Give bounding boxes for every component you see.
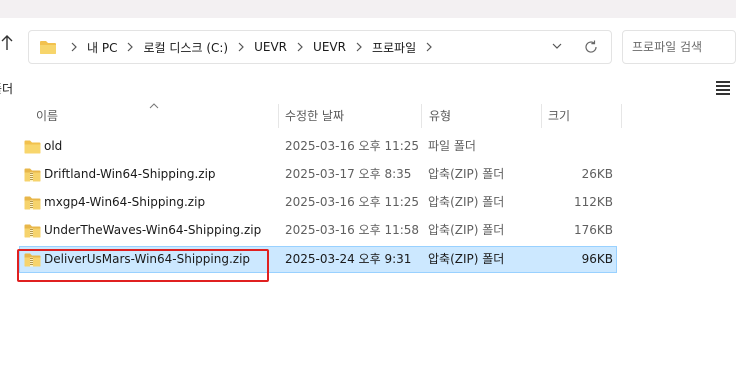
file-row[interactable]: UnderTheWaves-Win64-Shipping.zip 2025-03-… <box>19 217 617 244</box>
file-size: 112KB <box>573 195 613 209</box>
column-header-name[interactable]: 이름 <box>36 102 58 130</box>
file-type: 압축(ZIP) 폴더 <box>428 252 505 266</box>
file-type: 압축(ZIP) 폴더 <box>428 223 505 237</box>
file-date: 2025-03-24 오후 9:31 <box>285 252 412 266</box>
window-top-strip <box>0 0 736 18</box>
file-size: 176KB <box>573 223 613 237</box>
breadcrumb-item[interactable]: UEVR <box>250 40 291 54</box>
column-header-row: 이름 수정한 날짜 유형 크기 <box>0 102 736 130</box>
file-name: mxgp4-Win64-Shipping.zip <box>44 195 206 209</box>
column-header-size[interactable]: 크기 <box>548 102 570 130</box>
column-divider[interactable] <box>278 104 279 128</box>
chevron-right-icon[interactable] <box>291 31 309 63</box>
file-name: old <box>44 139 63 153</box>
file-name: UnderTheWaves-Win64-Shipping.zip <box>44 223 262 237</box>
zip-folder-icon <box>24 195 41 210</box>
file-date: 2025-03-16 오후 11:25 <box>285 139 420 153</box>
file-type: 압축(ZIP) 폴더 <box>428 167 505 181</box>
chevron-right-icon[interactable] <box>121 31 139 63</box>
sort-ascending-icon <box>149 99 159 113</box>
file-date: 2025-03-16 오후 11:58 <box>285 223 420 237</box>
view-menu-icon[interactable] <box>716 81 730 95</box>
column-header-date[interactable]: 수정한 날짜 <box>285 102 344 130</box>
column-header-type[interactable]: 유형 <box>429 102 451 130</box>
chevron-down-icon[interactable] <box>551 40 565 54</box>
file-row[interactable]: Driftland-Win64-Shipping.zip 2025-03-17 오… <box>19 161 617 188</box>
folder-icon <box>39 39 57 58</box>
command-bar: 폴더 <box>0 74 736 102</box>
column-divider[interactable] <box>621 104 622 128</box>
search-box[interactable] <box>622 30 736 64</box>
chevron-right-icon[interactable] <box>232 31 250 63</box>
file-date: 2025-03-17 오후 8:35 <box>285 167 412 181</box>
file-row[interactable]: mxgp4-Win64-Shipping.zip 2025-03-16 오후 11… <box>19 189 617 216</box>
file-size: 26KB <box>581 167 613 181</box>
search-input[interactable] <box>632 39 732 55</box>
up-arrow-icon[interactable] <box>0 34 18 56</box>
breadcrumb-item[interactable]: 로컬 디스크 (C:) <box>139 39 232 56</box>
breadcrumb-item[interactable]: UEVR <box>309 40 350 54</box>
navigation-bar: 내 PC 로컬 디스크 (C:) UEVR UEVR 프로파일 <box>0 18 736 74</box>
file-type: 파일 폴더 <box>428 139 476 153</box>
zip-folder-icon <box>24 223 41 238</box>
column-divider[interactable] <box>421 104 422 128</box>
chevron-right-icon[interactable] <box>420 31 438 63</box>
breadcrumb-item[interactable]: 내 PC <box>83 39 121 56</box>
file-date: 2025-03-16 오후 11:25 <box>285 195 420 209</box>
refresh-icon[interactable] <box>583 39 599 55</box>
address-bar[interactable]: 내 PC 로컬 디스크 (C:) UEVR UEVR 프로파일 <box>28 30 612 64</box>
file-name: Driftland-Win64-Shipping.zip <box>44 167 216 181</box>
file-type: 압축(ZIP) 폴더 <box>428 195 505 209</box>
file-size: 96KB <box>581 252 613 266</box>
breadcrumb-item[interactable]: 프로파일 <box>368 39 420 56</box>
breadcrumb: 내 PC 로컬 디스크 (C:) UEVR UEVR 프로파일 <box>65 31 438 63</box>
file-row[interactable]: old 2025-03-16 오후 11:25 파일 폴더 <box>19 133 617 160</box>
column-divider[interactable] <box>541 104 542 128</box>
zip-folder-icon <box>24 167 41 182</box>
chevron-right-icon[interactable] <box>350 31 368 63</box>
toolbar-partial-label[interactable]: 폴더 <box>0 80 13 97</box>
chevron-right-icon[interactable] <box>65 31 83 63</box>
folder-icon <box>24 139 41 154</box>
annotation-highlight-box <box>17 249 269 282</box>
